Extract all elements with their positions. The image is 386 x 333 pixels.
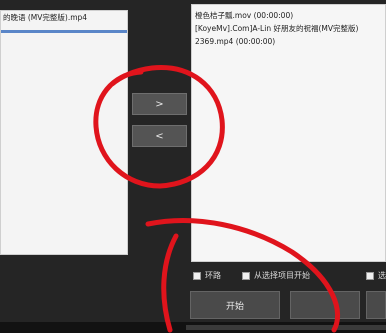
from-selected-checkbox[interactable] bbox=[242, 271, 250, 280]
third-option-label: 选 bbox=[378, 271, 386, 280]
second-action-button[interactable] bbox=[290, 291, 360, 319]
list-item[interactable]: 的晚语 (MV完整版).mp4 bbox=[1, 11, 127, 24]
selection-highlight bbox=[1, 30, 127, 33]
horizontal-scrollbar[interactable] bbox=[0, 322, 386, 333]
list-item[interactable]: [KoyeMv].Com]A-Lin 好朋友的祝福(MV完整版) bbox=[195, 22, 385, 35]
loop-option[interactable]: 环路 bbox=[193, 270, 221, 281]
third-option-checkbox[interactable] bbox=[366, 271, 374, 280]
add-to-playlist-button[interactable]: > bbox=[132, 93, 187, 115]
options-row: 环路 从选择项目开始 选 bbox=[0, 270, 386, 288]
list-item[interactable]: 橙色桔子瓢.mov (00:00:00) bbox=[195, 9, 385, 22]
remove-from-playlist-button[interactable]: < bbox=[132, 125, 187, 147]
third-action-button[interactable] bbox=[366, 291, 386, 319]
scrollbar-thumb[interactable] bbox=[186, 325, 386, 330]
playlist[interactable]: 橙色桔子瓢.mov (00:00:00) [KoyeMv].Com]A-Lin … bbox=[191, 4, 386, 262]
start-button[interactable]: 开始 bbox=[190, 291, 280, 319]
from-selected-option[interactable]: 从选择项目开始 bbox=[242, 270, 310, 281]
loop-label: 环路 bbox=[205, 271, 221, 280]
loop-checkbox[interactable] bbox=[193, 271, 201, 280]
app-window: 的晚语 (MV完整版).mp4 > < 橙色桔子瓢.mov (00:00:00)… bbox=[0, 0, 386, 333]
from-selected-label: 从选择项目开始 bbox=[254, 271, 310, 280]
source-file-list[interactable]: 的晚语 (MV完整版).mp4 bbox=[0, 10, 128, 255]
third-option[interactable]: 选 bbox=[366, 270, 386, 281]
list-item[interactable]: 2369.mp4 (00:00:00) bbox=[195, 35, 385, 48]
